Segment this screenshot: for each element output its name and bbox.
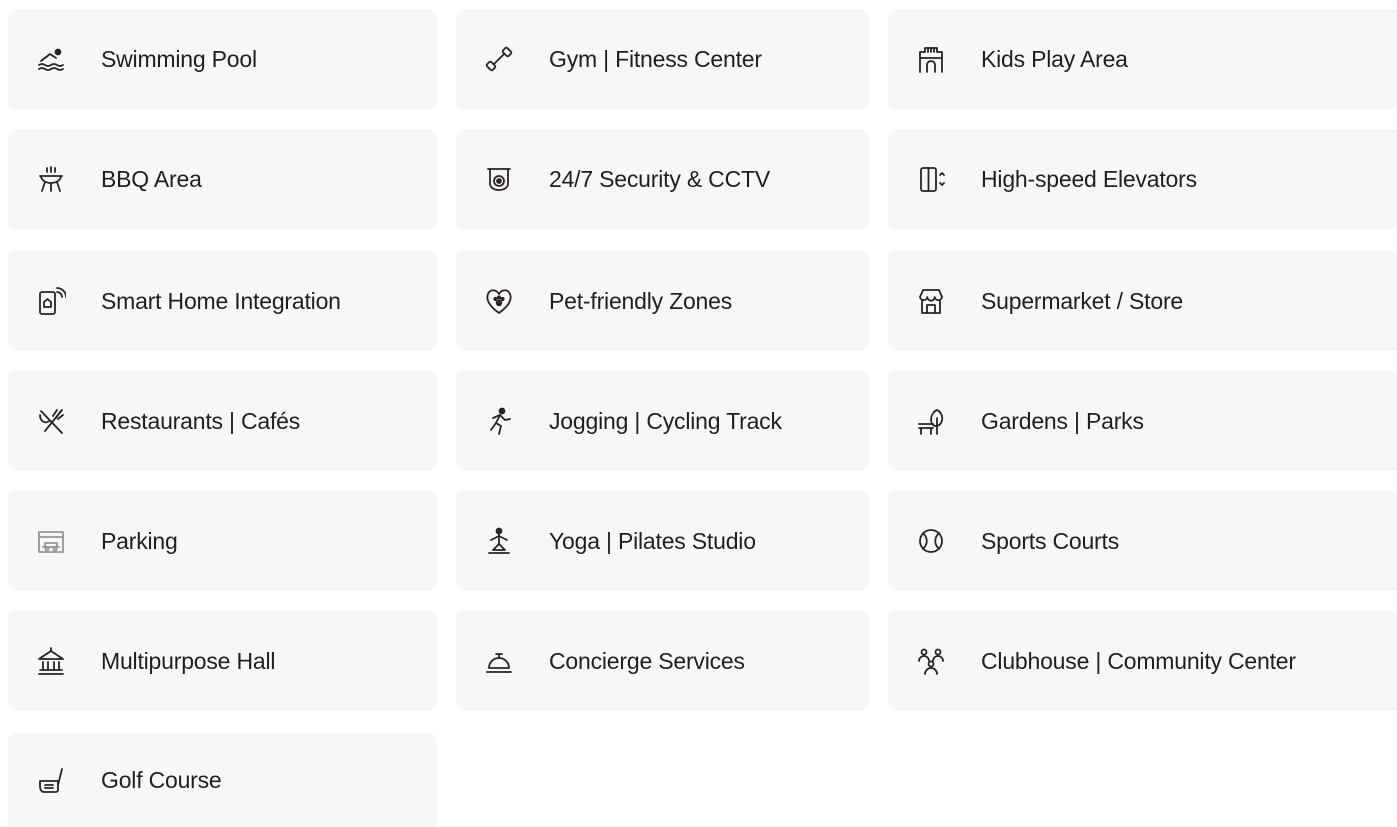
amenity-card-gardens: Gardens | Parks [888, 371, 1397, 471]
smart-home-phone-icon [36, 286, 66, 316]
amenity-card-supermarket: Supermarket / Store [888, 251, 1397, 351]
runner-icon [484, 406, 514, 436]
amenity-label: Restaurants | Cafés [101, 407, 301, 434]
amenity-label: Jogging | Cycling Track [549, 407, 782, 434]
amenity-label: Yoga | Pilates Studio [549, 527, 756, 554]
sports-ball-icon [916, 526, 946, 556]
cctv-camera-icon [484, 164, 514, 194]
amenity-card-pet-friendly: Pet-friendly Zones [456, 251, 869, 351]
amenity-label: Kids Play Area [981, 45, 1128, 72]
concierge-bell-icon [484, 646, 514, 676]
amenity-label: Sports Courts [981, 527, 1120, 554]
amenity-label: BBQ Area [101, 165, 202, 192]
hall-building-icon [36, 646, 66, 676]
elevator-icon [916, 164, 946, 194]
amenity-card-sports-courts: Sports Courts [888, 491, 1397, 591]
amenity-label: Smart Home Integration [101, 287, 341, 314]
amenity-label: Pet-friendly Zones [549, 287, 733, 314]
amenity-card-bbq: BBQ Area [8, 129, 437, 229]
yoga-pose-icon [484, 526, 514, 556]
amenity-label: 24/7 Security & CCTV [549, 165, 770, 192]
amenity-card-smart-home: Smart Home Integration [8, 251, 437, 351]
dumbbell-icon [484, 44, 514, 74]
amenities-grid: Swimming Pool Gym | Fitness Center Kids … [0, 0, 1397, 827]
golf-club-icon [36, 765, 66, 795]
amenity-card-security: 24/7 Security & CCTV [456, 129, 869, 229]
amenity-card-elevators: High-speed Elevators [888, 129, 1397, 229]
pet-heart-paw-icon [484, 286, 514, 316]
amenity-card-kids-play-area: Kids Play Area [888, 9, 1397, 109]
parking-garage-icon [36, 526, 66, 556]
amenity-card-golf-course: Golf Course [8, 733, 437, 827]
amenity-label: Parking [101, 527, 178, 554]
store-awning-icon [916, 286, 946, 316]
amenity-label: Golf Course [101, 766, 222, 793]
amenity-card-multipurpose-hall: Multipurpose Hall [8, 611, 437, 711]
amenity-label: Gardens | Parks [981, 407, 1144, 434]
amenity-card-swimming-pool: Swimming Pool [8, 9, 437, 109]
amenity-label: Gym | Fitness Center [549, 45, 762, 72]
park-bench-tree-icon [916, 406, 946, 436]
fork-knife-icon [36, 406, 66, 436]
amenity-card-parking: Parking [8, 491, 437, 591]
amenity-card-restaurants: Restaurants | Cafés [8, 371, 437, 471]
amenity-label: Multipurpose Hall [101, 647, 276, 674]
amenity-label: Clubhouse | Community Center [981, 647, 1296, 674]
bbq-grill-icon [36, 164, 66, 194]
amenity-card-yoga: Yoga | Pilates Studio [456, 491, 869, 591]
community-people-icon [916, 646, 946, 676]
amenity-card-jogging: Jogging | Cycling Track [456, 371, 869, 471]
amenity-card-concierge: Concierge Services [456, 611, 869, 711]
play-castle-icon [916, 44, 946, 74]
amenity-label: High-speed Elevators [981, 165, 1197, 192]
amenity-card-clubhouse: Clubhouse | Community Center [888, 611, 1397, 711]
amenity-card-gym: Gym | Fitness Center [456, 9, 869, 109]
swimming-pool-icon [36, 44, 66, 74]
amenity-label: Concierge Services [549, 647, 745, 674]
amenity-label: Swimming Pool [101, 45, 257, 72]
amenity-label: Supermarket / Store [981, 287, 1184, 314]
